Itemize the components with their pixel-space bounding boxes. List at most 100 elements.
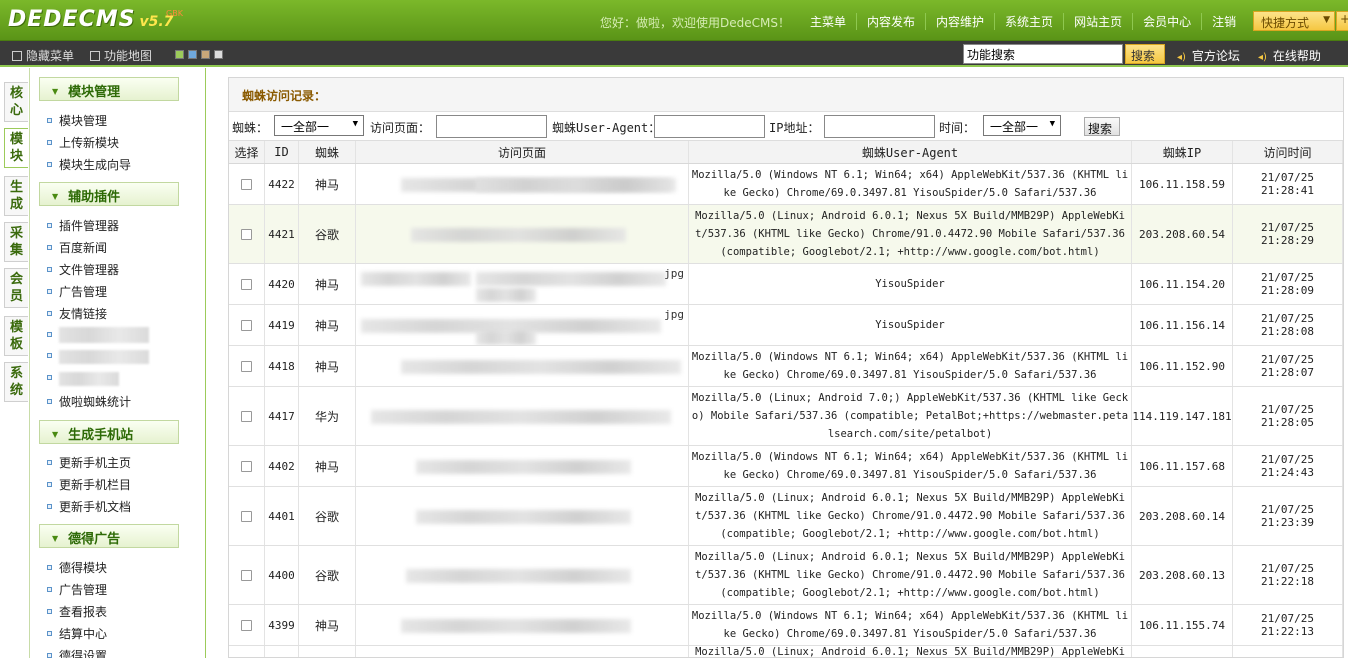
table-row[interactable]: 4417 华为 Mozilla/5.0 (Linux; Android 7.0;) … <box>229 387 1343 446</box>
nav-content-maintain[interactable]: 内容维护 <box>925 13 994 30</box>
row-page[interactable] <box>356 205 689 263</box>
time-select-value: 一全部一 <box>990 120 1039 134</box>
table-row[interactable]: 4422 神马 Mozilla/5.0 (Windows NT 6.1; Win64… <box>229 164 1343 205</box>
section-plugins[interactable]: ▼ 辅助插件 <box>39 182 179 206</box>
tab-system[interactable]: 系统 <box>4 362 28 402</box>
hide-menu-button[interactable]: 隐藏菜单 <box>12 47 74 64</box>
section-dede-ads[interactable]: ▼ 德得广告 <box>39 524 179 548</box>
tab-module[interactable]: 模块 <box>4 128 28 168</box>
row-page[interactable] <box>356 546 689 604</box>
bullet-icon <box>47 653 52 658</box>
row-page[interactable] <box>356 346 689 386</box>
table-row[interactable]: 4402 神马 Mozilla/5.0 (Windows NT 6.1; Win64… <box>229 446 1343 487</box>
official-forum-link[interactable]: ◂) 官方论坛 <box>1177 47 1240 64</box>
spider-select[interactable]: 一全部一 ▼ <box>274 115 364 136</box>
row-page[interactable] <box>356 487 689 545</box>
row-checkbox[interactable] <box>241 178 252 190</box>
function-search-input[interactable] <box>963 44 1123 64</box>
row-page[interactable] <box>356 446 689 486</box>
sidebar-item-update-mobile-column[interactable]: 更新手机栏目 <box>47 476 131 493</box>
online-help-link[interactable]: ◂) 在线帮助 <box>1258 47 1321 64</box>
function-search-button[interactable]: 搜索 <box>1125 44 1165 64</box>
tab-member[interactable]: 会员 <box>4 268 28 308</box>
sidebar-item-module-manage[interactable]: 模块管理 <box>47 112 107 129</box>
ua-input[interactable] <box>654 115 765 138</box>
sidebar-item-update-mobile-doc[interactable]: 更新手机文档 <box>47 498 131 515</box>
col-spider[interactable]: 蜘蛛 <box>299 141 356 163</box>
row-ip: 106.11.158.59 <box>1132 164 1233 204</box>
sidebar-item-baidu-news[interactable]: 百度新闻 <box>47 239 107 256</box>
table-row[interactable]: Mozilla/5.0 (Linux; Android 6.0.1; Nexus… <box>229 646 1343 657</box>
sidebar-item-file-manager[interactable]: 文件管理器 <box>47 261 119 278</box>
sidebar-item-ad-manage-2[interactable]: 广告管理 <box>47 581 107 598</box>
sidebar-item-update-mobile-home[interactable]: 更新手机主页 <box>47 454 131 471</box>
sidebar-item-friend-links[interactable]: 友情链接 <box>47 305 107 322</box>
sidebar-item-plugin-manager[interactable]: 插件管理器 <box>47 217 119 234</box>
row-time: 21/07/25 21:28:29 <box>1233 205 1343 263</box>
sidebar-item-dede-module[interactable]: 德得模块 <box>47 559 107 576</box>
sidebar-item-settlement[interactable]: 结算中心 <box>47 625 107 642</box>
sidebar-item-ad-manage[interactable]: 广告管理 <box>47 283 107 300</box>
row-page[interactable]: jpg <box>356 264 689 304</box>
row-page[interactable] <box>356 387 689 445</box>
quick-menu-button[interactable]: 快捷方式 ▼ <box>1253 11 1335 31</box>
row-checkbox[interactable] <box>241 410 252 422</box>
ip-input[interactable] <box>824 115 935 138</box>
site-map-button[interactable]: 功能地图 <box>90 47 152 64</box>
row-checkbox[interactable] <box>241 228 252 240</box>
row-checkbox[interactable] <box>241 278 252 290</box>
row-page[interactable] <box>356 605 689 645</box>
sidebar-item-module-wizard[interactable]: 模块生成向导 <box>47 156 131 173</box>
row-page[interactable] <box>356 164 689 204</box>
table-row[interactable]: 4399 神马 Mozilla/5.0 (Windows NT 6.1; Win64… <box>229 605 1343 646</box>
row-checkbox[interactable] <box>241 510 252 522</box>
hide-menu-icon <box>12 51 22 61</box>
dedecms-logo[interactable]: DEDECMS v5.7 GBK <box>8 7 183 35</box>
theme-swatch-brown[interactable] <box>201 50 210 59</box>
col-time[interactable]: 访问时间 <box>1233 141 1343 163</box>
nav-system-home[interactable]: 系统主页 <box>994 13 1063 30</box>
filter-search-button[interactable]: 搜索 <box>1084 117 1120 136</box>
table-row[interactable]: 4421 谷歌 Mozilla/5.0 (Linux; Android 6.0.1;… <box>229 205 1343 264</box>
tab-core[interactable]: 核心 <box>4 82 28 122</box>
tab-template[interactable]: 模板 <box>4 316 28 356</box>
theme-swatch-gray[interactable] <box>214 50 223 59</box>
table-row[interactable]: 4420 神马 jpg YisouSpider 106.11.154.20 21/07/2… <box>229 264 1343 305</box>
nav-content-publish[interactable]: 内容发布 <box>856 13 925 30</box>
sidebar-item-view-report[interactable]: 查看报表 <box>47 603 107 620</box>
row-page[interactable] <box>356 646 689 657</box>
nav-logout[interactable]: 注销 <box>1201 13 1246 30</box>
table-row[interactable]: 4418 神马 Mozilla/5.0 (Windows NT 6.1; Win64… <box>229 346 1343 387</box>
theme-swatch-green[interactable] <box>175 50 184 59</box>
blurred-label <box>59 349 149 364</box>
row-page[interactable]: jpg <box>356 305 689 345</box>
sidebar-item-spider-stats[interactable]: 做啦蜘蛛统计 <box>47 393 131 410</box>
theme-swatch-blue[interactable] <box>188 50 197 59</box>
table-row[interactable]: 4419 神马 jpg YisouSpider 106.11.156.14 21/07/2… <box>229 305 1343 346</box>
col-id[interactable]: ID <box>265 141 299 163</box>
sidebar-item-dede-settings[interactable]: 德得设置 <box>47 647 107 658</box>
section-mobile-site[interactable]: ▼ 生成手机站 <box>39 420 179 444</box>
sidebar-item-blurred[interactable] <box>47 349 149 364</box>
row-checkbox[interactable] <box>241 360 252 372</box>
table-row[interactable]: 4400 谷歌 Mozilla/5.0 (Linux; Android 6.0.1;… <box>229 546 1343 605</box>
row-checkbox[interactable] <box>241 460 252 472</box>
tab-generate[interactable]: 生成 <box>4 176 28 216</box>
nav-main-menu[interactable]: 主菜单 <box>800 13 856 30</box>
plus-icon[interactable]: + <box>1336 11 1348 31</box>
tab-collect[interactable]: 采集 <box>4 222 28 262</box>
nav-site-home[interactable]: 网站主页 <box>1063 13 1132 30</box>
row-user-agent: Mozilla/5.0 (Windows NT 6.1; Win64; x64)… <box>689 605 1132 645</box>
sidebar-item-upload-module[interactable]: 上传新模块 <box>47 134 119 151</box>
row-checkbox[interactable] <box>241 619 252 631</box>
nav-member-center[interactable]: 会员中心 <box>1132 13 1201 30</box>
page-input[interactable] <box>436 115 547 138</box>
row-checkbox[interactable] <box>241 569 252 581</box>
row-checkbox[interactable] <box>241 319 252 331</box>
section-module-manage[interactable]: ▼ 模块管理 <box>39 77 179 101</box>
bullet-icon <box>47 609 52 614</box>
table-row[interactable]: 4401 谷歌 Mozilla/5.0 (Linux; Android 6.0.1;… <box>229 487 1343 546</box>
sidebar-item-blurred[interactable] <box>47 327 149 343</box>
sidebar-item-blurred[interactable] <box>47 371 119 386</box>
time-select[interactable]: 一全部一 ▼ <box>983 115 1061 136</box>
